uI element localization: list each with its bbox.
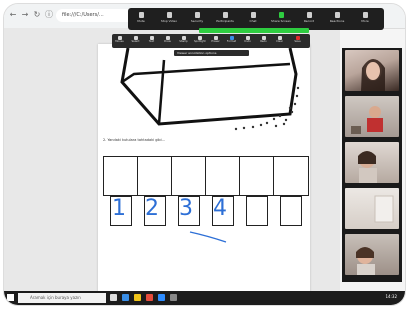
eraser-tool[interactable]: Eraser	[210, 35, 221, 47]
screen-frame: ← → ↻ ⓘ file:///C:/Users/... 2. Yandaki …	[4, 4, 405, 305]
participant-video[interactable]	[345, 50, 399, 91]
reactions-icon	[334, 12, 340, 18]
draw-tool[interactable]: Draw	[162, 35, 173, 47]
annotation-toolbar: Mouse Select Text Draw Stamp Spotlight E…	[112, 34, 310, 48]
chat-icon	[250, 12, 256, 18]
windows-start-icon[interactable]	[7, 294, 14, 301]
undo-tool[interactable]: Undo	[242, 35, 253, 47]
save-tool[interactable]: Save	[292, 35, 303, 47]
answer-cell	[246, 196, 268, 226]
microphone-icon	[138, 12, 144, 18]
chrome-icon[interactable]	[146, 294, 153, 301]
spotlight-tool[interactable]: Spotlight	[194, 35, 206, 47]
worksheet-cell	[273, 156, 309, 196]
participant-video[interactable]	[345, 142, 399, 183]
zoom-meeting-toolbar: Mute Stop Video Security Participants Ch…	[128, 8, 384, 30]
taskbar-clock: 14:32	[385, 294, 397, 299]
format-tool[interactable]: Format	[226, 35, 237, 47]
app-icon[interactable]	[170, 294, 177, 301]
chat-button[interactable]: Chat	[242, 10, 264, 28]
windows-taskbar: Aramak için buraya yazın 14:32	[4, 291, 405, 305]
question-text: 2. Yandaki kutulara tahtadaki gibi...	[103, 138, 165, 142]
record-button[interactable]: Record	[298, 10, 320, 28]
handwritten-number: 3	[179, 196, 193, 221]
share-screen-icon	[278, 12, 284, 18]
participant-gallery	[342, 48, 402, 282]
stamp-tool[interactable]: Stamp	[178, 35, 189, 47]
worksheet-cell	[171, 156, 207, 196]
share-screen-button[interactable]: Share Screen	[270, 10, 292, 28]
mute-button[interactable]: Mute	[130, 10, 152, 28]
shield-icon	[194, 12, 200, 18]
handwritten-number: 4	[213, 196, 227, 221]
edge-icon[interactable]	[122, 294, 129, 301]
mouse-tool[interactable]: Mouse	[114, 35, 125, 47]
stop-video-button[interactable]: Stop Video	[158, 10, 180, 28]
security-button[interactable]: Security	[186, 10, 208, 28]
select-tool[interactable]: Select	[130, 35, 141, 47]
participants-icon	[222, 12, 228, 18]
text-tool[interactable]: Text	[146, 35, 157, 47]
participant-video[interactable]	[345, 188, 399, 229]
worksheet-cell	[103, 156, 139, 196]
answer-cell	[280, 196, 302, 226]
handwritten-number: 1	[112, 196, 126, 221]
more-icon	[362, 12, 368, 18]
worksheet-cell	[205, 156, 241, 196]
worksheet-cell	[137, 156, 173, 196]
zoom-icon[interactable]	[158, 294, 165, 301]
annotation-tooltip: Viewer annotation options	[174, 50, 249, 56]
more-button[interactable]: More	[354, 10, 376, 28]
reactions-button[interactable]: Reactions	[326, 10, 348, 28]
sharing-indicator: You are screen sharing	[199, 28, 309, 44]
participant-video[interactable]	[345, 96, 399, 137]
record-icon	[306, 12, 312, 18]
participant-video[interactable]	[345, 234, 399, 275]
handwritten-number: 2	[145, 196, 159, 221]
participants-button[interactable]: Participants	[214, 10, 236, 28]
redo-tool[interactable]: Redo	[258, 35, 269, 47]
worksheet-cell	[239, 156, 275, 196]
taskbar-search[interactable]: Aramak için buraya yazın	[18, 293, 106, 303]
clear-tool[interactable]: Clear	[274, 35, 285, 47]
video-icon	[166, 12, 172, 18]
file-explorer-icon[interactable]	[134, 294, 141, 301]
task-view-icon[interactable]	[110, 294, 117, 301]
